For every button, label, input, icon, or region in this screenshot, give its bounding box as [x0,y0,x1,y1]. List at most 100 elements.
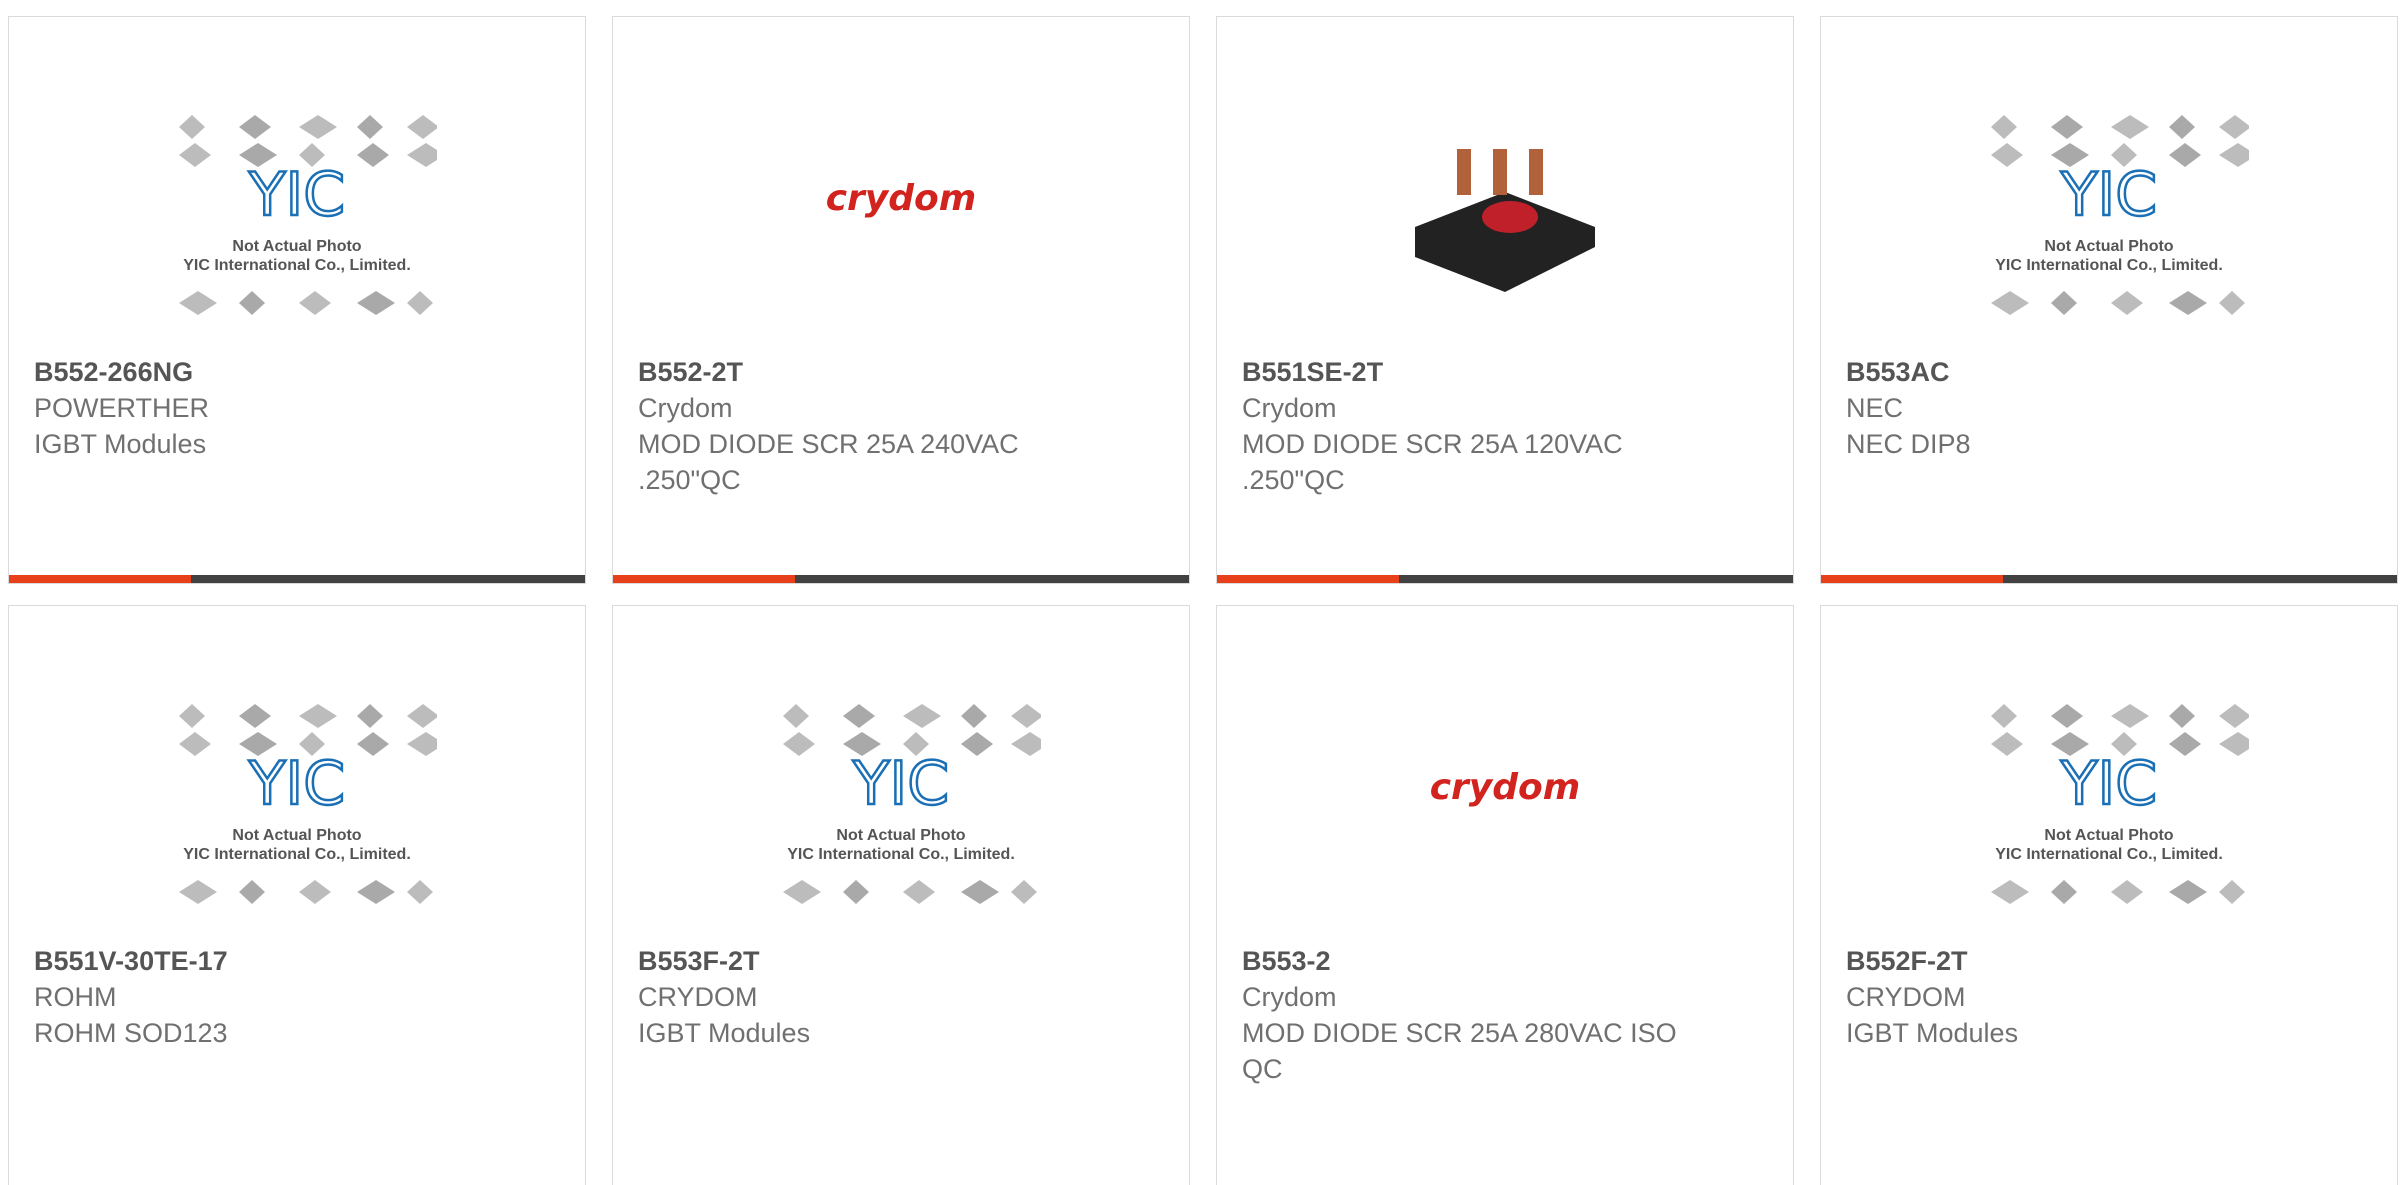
chip-package-icon [1991,732,2023,756]
description-label: MOD DIODE SCR 25A 240VAC .250"QC [638,429,1019,495]
chip-package-icon [2219,115,2249,139]
chip-package-icon [843,880,869,904]
placeholder-company: YIC International Co., Limited. [787,846,1015,863]
chip-package-icon [2219,732,2249,756]
placeholder-image: YIC Not Actual Photo YIC International Co.… [157,686,437,926]
chip-package-icon [1991,291,2029,315]
part-number-link[interactable]: B553-2 [1242,943,1768,979]
description-label: ROHM SOD123 [34,1018,228,1048]
placeholder-caption: Not Actual Photo [836,827,965,844]
chip-package-icon [1991,143,2023,167]
chip-package-icon [1011,732,1041,756]
chip-package-icon [357,732,389,756]
manufacturer-label: Crydom [1242,393,1337,423]
chip-package-icon [2169,732,2201,756]
chip-package-icon [407,143,437,167]
chip-package-icon [179,880,217,904]
product-card[interactable]: YIC Not Actual Photo YIC International Co.… [8,16,586,584]
chip-package-icon [2051,291,2077,315]
placeholder-caption: Not Actual Photo [2044,827,2173,844]
manufacturer-label: Crydom [1242,982,1337,1012]
product-card[interactable]: YIC Not Actual Photo YIC International Co.… [8,605,586,1185]
chip-package-icon [179,732,211,756]
description-label: IGBT Modules [34,429,207,459]
chip-package-icon [2169,143,2201,167]
part-number-link[interactable]: B553F-2T [638,943,1164,979]
chip-package-icon [2051,704,2083,728]
chip-package-icon [2169,115,2195,139]
chip-package-icon [961,704,987,728]
chip-package-icon [2051,115,2083,139]
manufacturer-label: POWERTHER [34,393,210,423]
card-bottom-bar [613,575,1189,583]
chip-package-icon [179,143,211,167]
chip-package-icon [407,704,437,728]
module-cap-icon [1482,201,1538,233]
chip-package-icon [299,880,331,904]
product-card[interactable]: crydom B553-2 Crydom MOD DIODE SCR 25A 2… [1216,605,1794,1185]
placeholder-caption: Not Actual Photo [232,827,361,844]
description-label: MOD DIODE SCR 25A 280VAC ISO QC [1242,1018,1677,1084]
chip-package-icon [1011,704,1041,728]
crydom-logo-image: crydom [1365,686,1645,926]
chip-package-icon [2169,291,2207,315]
chip-package-icon [407,291,433,315]
chip-package-icon [357,291,395,315]
chip-package-icon [239,704,271,728]
product-card[interactable]: YIC Not Actual Photo YIC International Co.… [1820,16,2398,584]
placeholder-company: YIC International Co., Limited. [183,846,411,863]
chip-package-icon [239,880,265,904]
chip-package-icon [903,880,935,904]
chip-package-icon [961,732,993,756]
card-bottom-bar [1217,575,1793,583]
chip-package-icon [2111,704,2149,728]
part-number-link[interactable]: B551V-30TE-17 [34,943,560,979]
part-number-link[interactable]: B551SE-2T [1242,354,1768,390]
yic-logo-icon: YIC [2060,160,2157,230]
part-number-link[interactable]: B553AC [1846,354,2372,390]
placeholder-image: YIC Not Actual Photo YIC International Co.… [157,97,437,337]
chip-package-icon [961,880,999,904]
placeholder-image: YIC Not Actual Photo YIC International Co.… [1969,686,2249,926]
chip-package-icon [299,291,331,315]
chip-package-icon [1991,704,2017,728]
part-number-link[interactable]: B552F-2T [1846,943,2372,979]
chip-package-icon [843,704,875,728]
manufacturer-label: Crydom [638,393,733,423]
terminal-icon [1529,149,1543,195]
chip-package-icon [357,143,389,167]
manufacturer-label: NEC [1846,393,1904,423]
chip-package-icon [2111,880,2143,904]
manufacturer-label: ROHM [34,982,117,1012]
part-number-link[interactable]: B552-2T [638,354,1164,390]
description-label: MOD DIODE SCR 25A 120VAC .250"QC [1242,429,1623,495]
placeholder-caption: Not Actual Photo [2044,238,2173,255]
product-card[interactable]: YIC Not Actual Photo YIC International Co.… [612,605,1190,1185]
description-label: NEC DIP8 [1846,429,1971,459]
chip-package-icon [179,115,205,139]
chip-package-icon [2169,704,2195,728]
chip-package-icon [179,704,205,728]
chip-package-icon [2219,704,2249,728]
chip-package-icon [2219,143,2249,167]
product-card[interactable]: B551SE-2T Crydom MOD DIODE SCR 25A 120VA… [1216,16,1794,584]
chip-package-icon [407,732,437,756]
product-card[interactable]: YIC Not Actual Photo YIC International Co.… [1820,605,2398,1185]
placeholder-company: YIC International Co., Limited. [183,257,411,274]
placeholder-company: YIC International Co., Limited. [1995,257,2223,274]
product-card[interactable]: crydom B552-2T Crydom MOD DIODE SCR 25A … [612,16,1190,584]
placeholder-caption: Not Actual Photo [232,238,361,255]
placeholder-image: YIC Not Actual Photo YIC International Co.… [761,686,1041,926]
chip-package-icon [783,704,809,728]
chip-package-icon [1011,880,1037,904]
yic-logo-icon: YIC [852,749,949,819]
part-number-link[interactable]: B552-266NG [34,354,560,390]
product-grid: YIC Not Actual Photo YIC International Co.… [0,0,2400,1185]
chip-package-icon [783,880,821,904]
terminal-icon [1457,149,1471,195]
chip-package-icon [1991,115,2017,139]
description-label: IGBT Modules [1846,1018,2019,1048]
chip-package-icon [2219,880,2245,904]
chip-package-icon [2051,880,2077,904]
chip-package-icon [357,115,383,139]
